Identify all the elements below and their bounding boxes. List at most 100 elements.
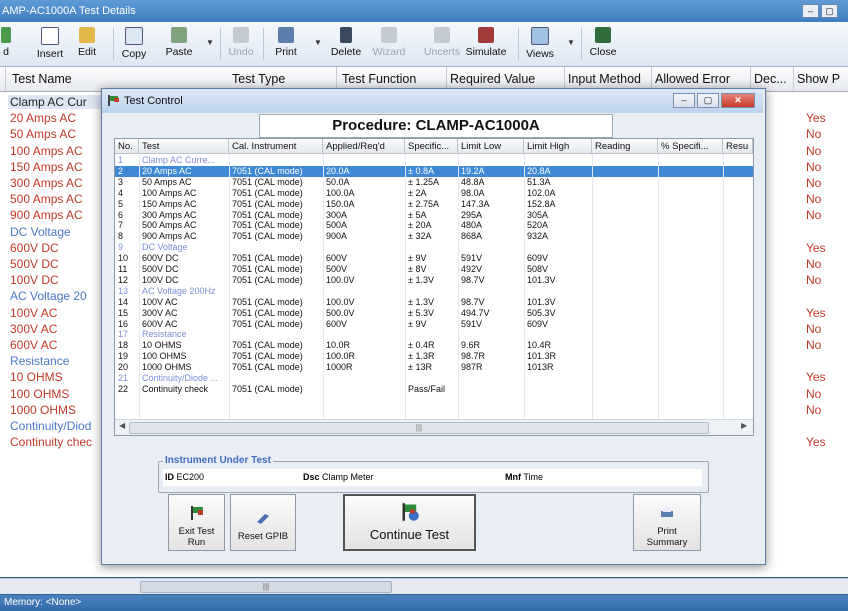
grid-row-show: No [806, 273, 822, 288]
views-button[interactable]: Views [526, 24, 554, 64]
grid-row-name[interactable]: 300V AC [10, 322, 57, 336]
grid-row-show: No [806, 208, 822, 223]
grid-row-name[interactable]: AC Voltage 20 [10, 289, 87, 303]
print-dropdown-icon[interactable]: ▼ [314, 38, 322, 47]
table-cell: 900A [326, 231, 348, 242]
grid-row-name[interactable]: Resistance [10, 354, 69, 368]
copy-button[interactable]: Copy [119, 24, 149, 64]
delete-button[interactable]: Delete [329, 24, 363, 64]
table-column-header[interactable]: Limit Low [458, 139, 524, 154]
views-icon [531, 27, 549, 45]
print-button[interactable]: Print [273, 24, 299, 64]
table-cell: 100.0A [326, 187, 355, 198]
undo-button[interactable]: Undo [227, 24, 255, 64]
table-cell: 18 [118, 340, 129, 351]
table-column-header[interactable]: Applied/Req'd [323, 139, 405, 154]
continue-icon [402, 503, 419, 521]
grid-row-name[interactable]: Continuity/Diod [10, 419, 91, 433]
table-cell: 7051 (CAL mode) [232, 253, 303, 264]
table-column-header[interactable]: Cal. Instrument [229, 139, 323, 154]
paste-dropdown-icon[interactable]: ▼ [206, 38, 214, 47]
column-header[interactable]: Show P [797, 72, 840, 86]
grid-row-name[interactable]: 500 Amps AC [10, 192, 83, 206]
grid-row-show: Yes [806, 435, 826, 450]
dialog-minimize-button[interactable]: – [673, 93, 695, 108]
table-cell: 480A [461, 220, 483, 231]
table-horizontal-scrollbar[interactable]: ◀ ||| ▶ [115, 419, 753, 435]
grid-row-name[interactable]: 500V DC [10, 257, 59, 271]
table-scrollbar-thumb[interactable]: ||| [129, 422, 709, 434]
reset-gpib-button[interactable]: Reset GPIB [230, 494, 296, 551]
grid-row-name[interactable]: 100V AC [10, 306, 57, 320]
column-header[interactable]: Test Function [342, 72, 416, 86]
close-button[interactable]: Close [589, 24, 617, 64]
paste-button[interactable]: Paste [163, 24, 195, 64]
grid-row-name[interactable]: 100 OHMS [10, 387, 69, 401]
table-cell: ± 32A [408, 231, 432, 242]
column-header[interactable]: Required Value [450, 72, 535, 86]
print-summary-button[interactable]: Print Summary [633, 494, 701, 551]
grid-row-name[interactable]: 50 Amps AC [10, 127, 76, 141]
table-cell: 7051 (CAL mode) [232, 198, 303, 209]
column-header[interactable]: Input Method [568, 72, 641, 86]
grid-row-name[interactable]: 300 Amps AC [10, 176, 83, 190]
table-cell: ± 0.4R [408, 340, 435, 351]
scroll-left-icon[interactable]: ◀ [119, 421, 125, 430]
grid-row-name[interactable]: 150 Amps AC [10, 160, 83, 174]
simulate-button[interactable]: Simulate [463, 24, 509, 64]
uncerts-button[interactable]: Uncerts [423, 24, 461, 64]
dsc-value: Clamp Meter [322, 472, 374, 482]
insert-button[interactable]: Insert [33, 24, 67, 64]
grid-row-name[interactable]: 100 Amps AC [10, 144, 83, 158]
table-cell: 500V [326, 264, 348, 274]
continue-test-button[interactable]: Continue Test [343, 494, 476, 551]
test-control-dialog: Test Control – ▢ ✕ Procedure: CLAMP-AC10… [101, 88, 766, 565]
maximize-button[interactable]: ▢ [821, 4, 838, 18]
id-value: EC200 [176, 472, 205, 482]
table-cell: 10.4R [527, 340, 552, 351]
table-cell: 505.3V [527, 307, 556, 318]
grid-row-name[interactable]: 10 OHMS [10, 370, 63, 384]
window-title-bar: AMP-AC1000A Test Details – ▢ [0, 0, 848, 22]
column-header[interactable]: Allowed Error [655, 72, 730, 86]
table-cell: 1000R [326, 362, 353, 373]
table-column-header[interactable]: Test [139, 139, 229, 154]
grid-row-name[interactable]: 600V AC [10, 338, 57, 352]
grid-row-name[interactable]: DC Voltage [10, 225, 71, 239]
grid-horizontal-scrollbar[interactable]: ||| [0, 578, 848, 594]
table-column-header[interactable]: Resu [723, 139, 753, 154]
column-header[interactable]: Test Name [12, 72, 72, 86]
grid-row-name[interactable]: 20 Amps AC [10, 111, 76, 125]
table-cell: 98.7R [461, 351, 486, 362]
table-column-header[interactable]: Specific... [405, 139, 458, 154]
scroll-right-icon[interactable]: ▶ [741, 421, 747, 430]
grid-row-show: No [806, 386, 822, 401]
table-cell: 48.8A [461, 176, 485, 187]
grid-row-show: No [806, 176, 822, 190]
table-column-header[interactable]: Reading [592, 139, 658, 154]
dialog-close-button[interactable]: ✕ [721, 93, 755, 108]
minimize-button[interactable]: – [802, 4, 819, 18]
grid-row-name[interactable]: Continuity chec [10, 435, 92, 449]
exit-test-run-button[interactable]: Exit Test Run [168, 494, 225, 551]
grid-row-name[interactable]: 600V DC [10, 241, 59, 255]
toolbar-add-button[interactable]: d [0, 24, 14, 64]
scrollbar-thumb[interactable]: ||| [140, 581, 392, 593]
table-cell: 10 OHMS [142, 340, 182, 351]
wizard-button[interactable]: Wizard [371, 24, 407, 64]
table-column-header[interactable]: Limit High [524, 139, 592, 154]
column-header[interactable]: Test Type [232, 72, 285, 86]
grid-row-name[interactable]: 1000 OHMS [10, 403, 76, 417]
table-column-header[interactable]: No. [115, 139, 139, 154]
edit-button[interactable]: Edit [73, 24, 101, 64]
grid-row-name[interactable]: 100V DC [10, 273, 59, 287]
dialog-maximize-button[interactable]: ▢ [697, 93, 719, 108]
table-cell: Resistance [142, 329, 187, 340]
column-header[interactable]: Dec... [754, 72, 787, 86]
id-label: ID [165, 472, 174, 482]
grid-row-name[interactable]: 900 Amps AC [10, 208, 83, 222]
table-cell: 150.0A [326, 198, 355, 209]
table-column-header[interactable]: % Specifi... [658, 139, 723, 154]
views-dropdown-icon[interactable]: ▼ [567, 38, 575, 47]
table-cell: 4 [118, 187, 124, 198]
